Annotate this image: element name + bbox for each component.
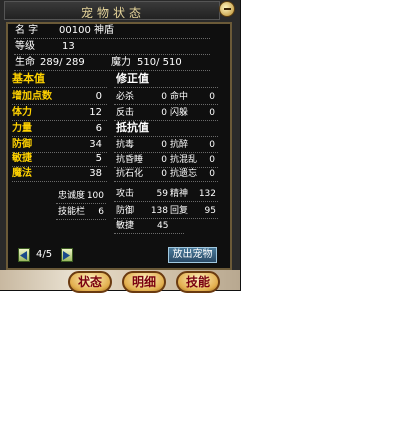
dodge-value: 0 [209,108,215,118]
petrify-resist-label: 抗石化 [116,169,144,179]
critical-label: 必杀 [116,92,135,102]
counter-value: 0 [161,108,167,118]
hp-value: 289/ 289 [40,57,85,68]
drunk-resist-label: 抗醉 [170,140,189,150]
defense-label: 防御 [116,206,135,216]
divider [114,152,218,153]
divider [114,136,218,137]
screen: 宠物状态 名 字 00100 神盾 等级 13 生命 289/ 289 魔力 5… [0,0,415,430]
agility-stat-label: 敏捷 [12,153,32,164]
bonus-points-label: 增加点数 [12,91,52,102]
stamina-label: 体力 [12,107,32,118]
skill-slots-value: 6 [98,207,104,217]
confusion-resist-value: 0 [209,155,215,165]
divider [12,120,107,121]
pet-name: 00100 神盾 [59,25,114,36]
divider [114,87,218,88]
level-value: 13 [62,41,75,52]
divider [14,38,210,39]
divider [12,136,107,137]
minimize-icon [224,8,231,10]
strength-value: 6 [95,123,102,134]
window-title: 宠物状态 [80,6,145,20]
divider [14,70,210,71]
dodge-label: 闪躲 [170,108,189,118]
divider [114,181,218,182]
bonus-points-value: 0 [95,91,102,102]
attack-label: 攻击 [116,189,135,199]
critical-value: 0 [161,92,167,102]
stamina-value: 12 [89,107,102,118]
petrify-resist-value: 0 [161,169,167,179]
defense-value: 138 [150,206,168,216]
agility-label: 敏捷 [116,221,135,231]
arrow-left-icon [20,251,27,260]
resist-header: 抵抗值 [116,121,149,134]
amnesia-resist-value: 0 [209,169,215,179]
divider [12,104,107,105]
magic-stat-value: 38 [89,168,102,179]
recovery-value: 95 [204,206,216,216]
attack-value: 59 [156,189,168,199]
divider [114,218,218,219]
accuracy-label: 命中 [170,92,189,102]
arrow-right-icon [63,251,70,260]
amnesia-resist-label: 抗遗忘 [170,169,198,179]
defense-stat-label: 防御 [12,139,32,150]
mp-value: 510/ 510 [137,57,182,68]
counter-label: 反击 [116,108,135,118]
skill-slots-label: 技能栏 [58,207,86,217]
agility-stat-value: 5 [95,153,102,164]
magic-stat-label: 魔法 [12,168,32,179]
poison-resist-label: 抗毒 [116,140,135,150]
sleep-resist-value: 0 [161,155,167,165]
hp-label: 生命 [15,57,35,68]
title-bar[interactable]: 宠物状态 [4,1,220,20]
name-label: 名 字 [15,25,39,36]
spirit-value: 132 [198,189,216,199]
correction-header: 修正值 [116,72,149,85]
tab-skills[interactable]: 技能 [176,271,220,293]
divider [12,87,107,88]
loyalty-label: 忠诚度 [58,191,86,201]
accuracy-value: 0 [209,92,215,102]
level-label: 等级 [15,41,35,52]
divider [56,219,106,220]
recovery-label: 回复 [170,206,189,216]
release-pet-button[interactable]: 放出宠物 [168,247,217,263]
prev-page-button[interactable] [18,248,30,262]
divider [12,181,107,182]
poison-resist-value: 0 [161,140,167,150]
strength-label: 力量 [12,123,32,134]
minimize-button[interactable] [219,1,235,17]
tab-details[interactable]: 明细 [122,271,166,293]
drunk-resist-value: 0 [209,140,215,150]
defense-stat-value: 34 [89,139,102,150]
divider [114,233,184,234]
sleep-resist-label: 抗昏睡 [116,155,144,165]
divider [12,166,107,167]
confusion-resist-label: 抗混乱 [170,155,198,165]
divider [56,203,106,204]
divider [114,104,218,105]
tab-status[interactable]: 状态 [68,271,112,293]
next-page-button[interactable] [61,248,73,262]
pet-status-window: 宠物状态 名 字 00100 神盾 等级 13 生命 289/ 289 魔力 5… [0,0,241,293]
divider [114,201,218,202]
spirit-label: 精神 [170,189,189,199]
mp-label: 魔力 [111,57,131,68]
divider [14,54,210,55]
loyalty-value: 100 [86,191,104,201]
page-indicator: 4/5 [36,249,53,260]
base-stats-header: 基本值 [12,72,45,85]
agility-value: 45 [157,221,169,231]
